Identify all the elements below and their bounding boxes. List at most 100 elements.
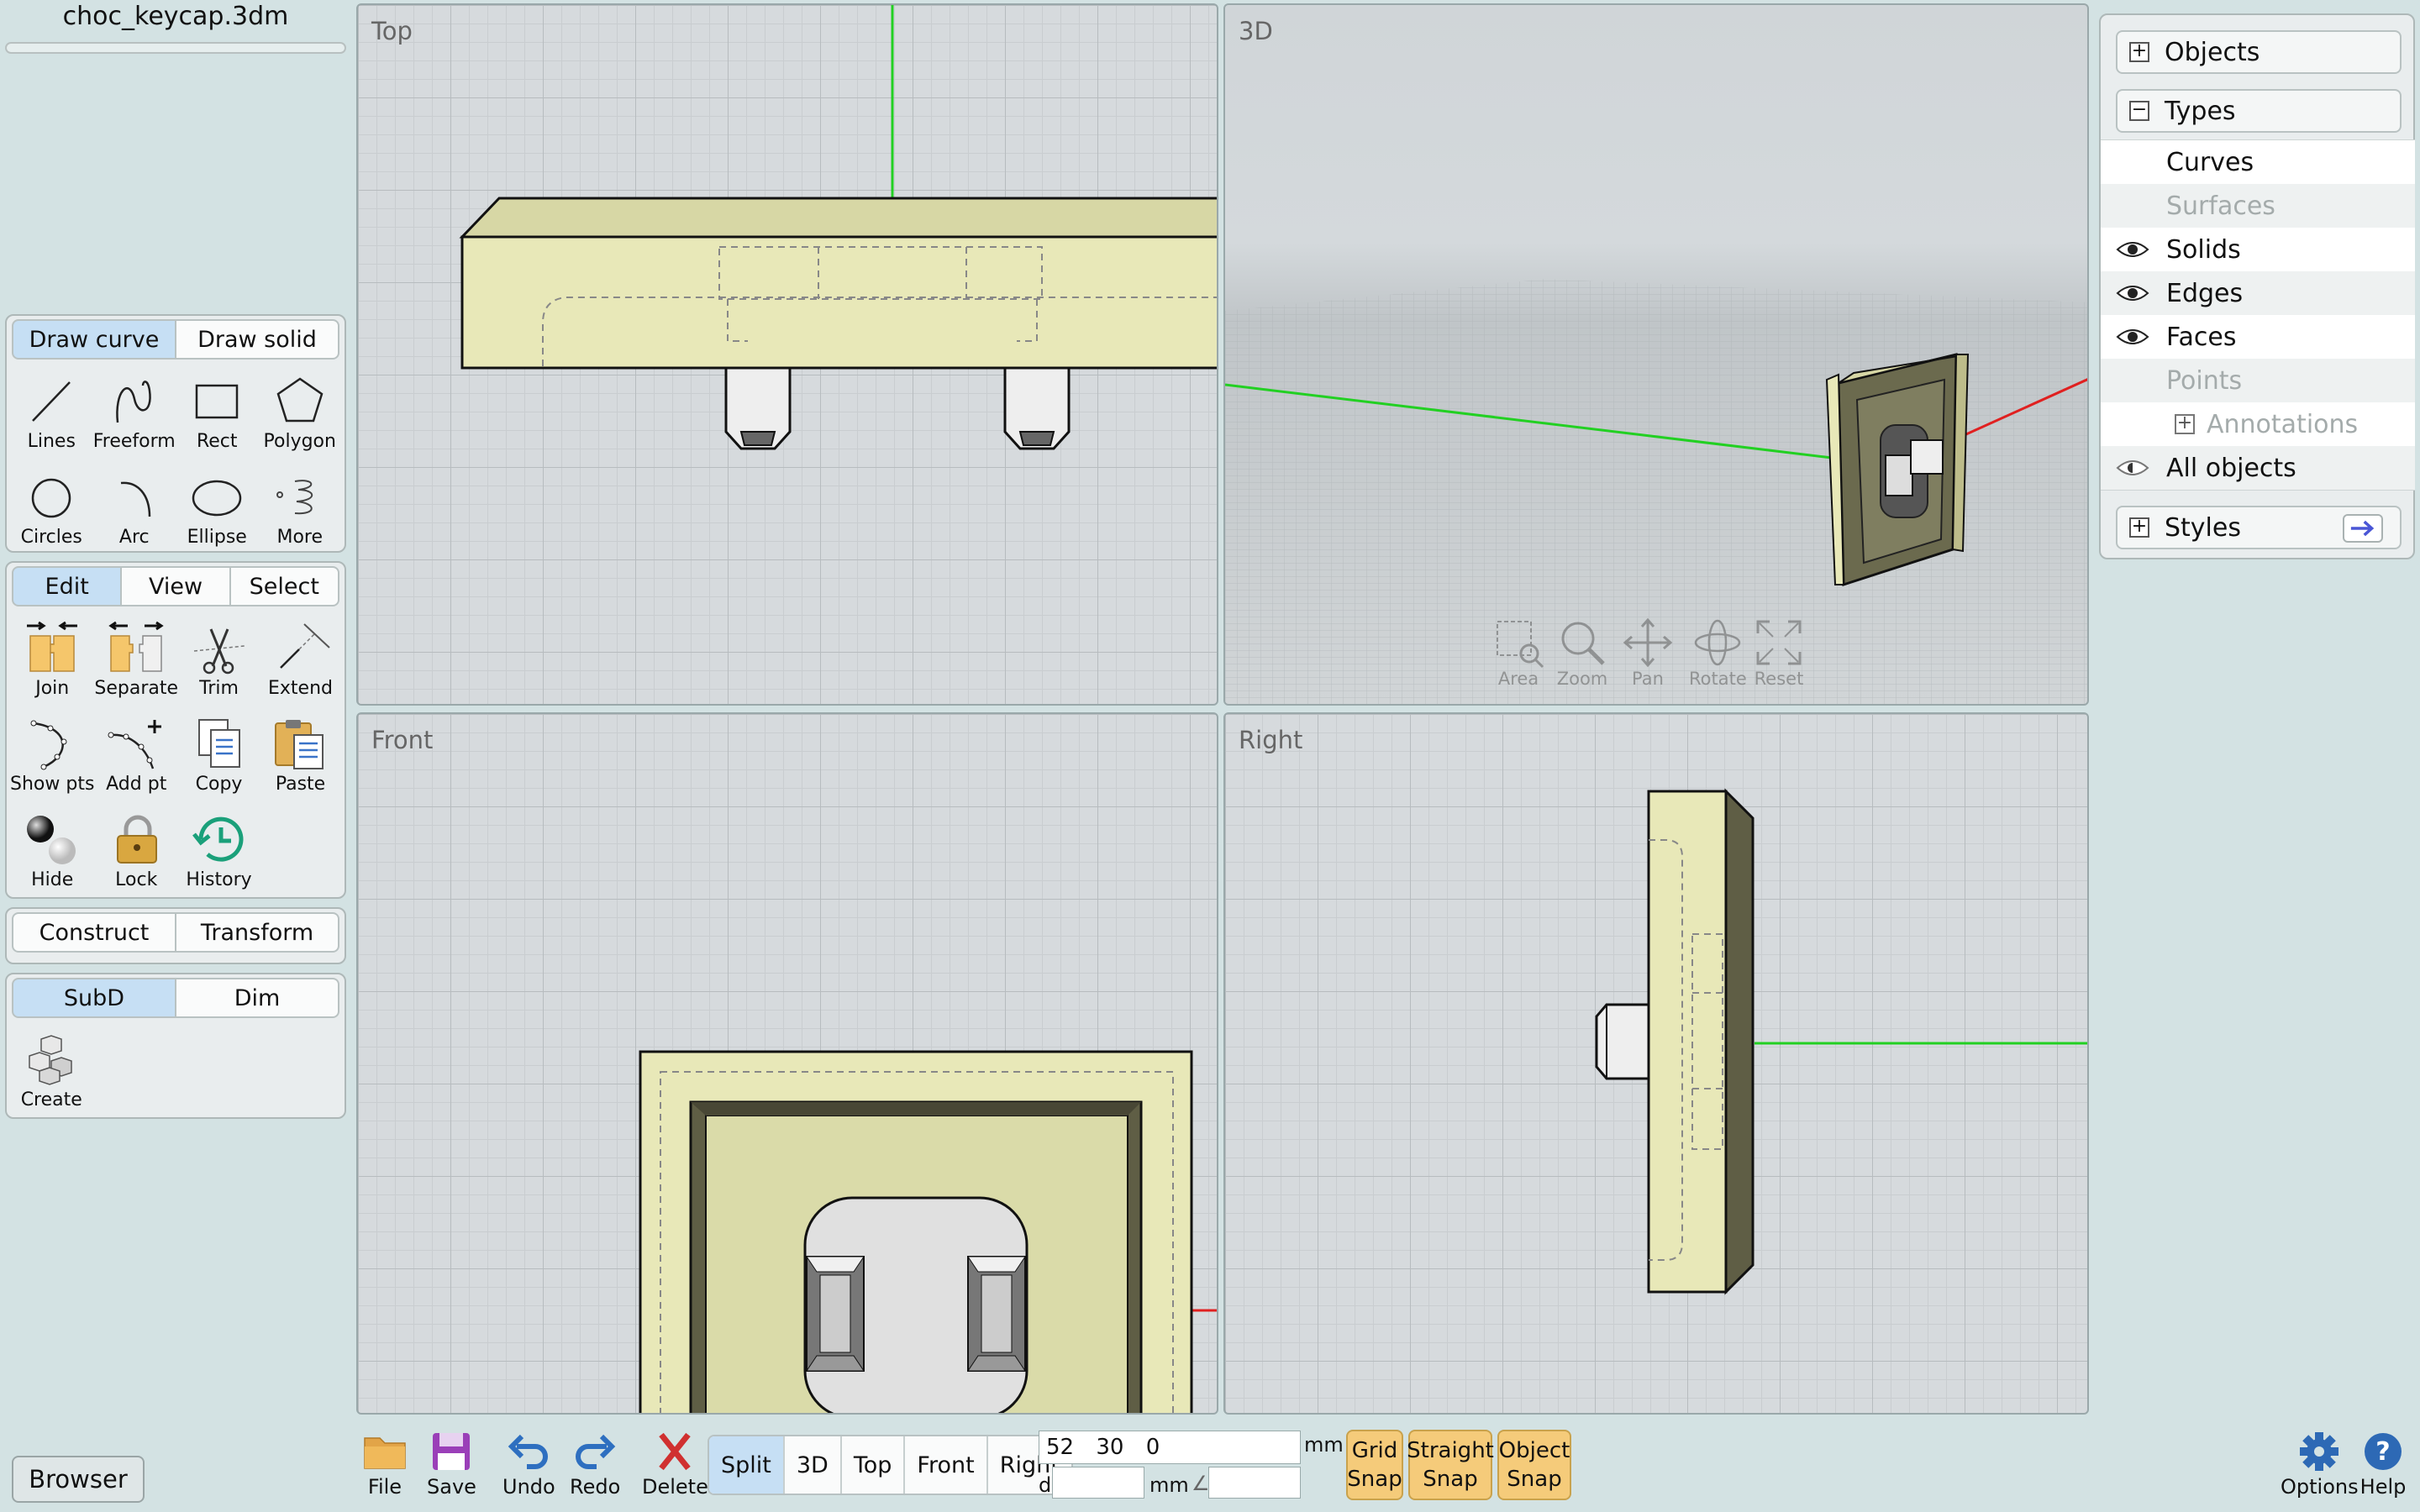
help-button[interactable]: ? Help (2360, 1430, 2407, 1499)
tab-select[interactable]: Select (229, 566, 339, 606)
options-button[interactable]: Options (2281, 1430, 2359, 1499)
front-viewport[interactable]: Front (356, 712, 1218, 1415)
lines-tool[interactable]: Lines (10, 365, 93, 460)
rotate-icon (1695, 619, 1741, 666)
view-3d-button[interactable]: 3D (782, 1436, 840, 1494)
type-curves[interactable]: Curves (2101, 140, 2415, 184)
hide-spheres-icon (27, 816, 76, 864)
reset-control[interactable]: Reset (1753, 617, 1805, 689)
trim-tool[interactable]: Trim (178, 612, 260, 707)
undo-button[interactable]: Undo (502, 1430, 555, 1499)
eye-icon[interactable] (2116, 239, 2149, 260)
subd-panel: SubD Dim Create (5, 973, 346, 1119)
paste-tool[interactable]: Paste (260, 707, 341, 803)
type-solids[interactable]: Solids (2101, 228, 2415, 271)
right-view-model (1595, 788, 2087, 1295)
viewport-layout-selector: Split 3D Top Front Right (708, 1435, 1073, 1495)
right-viewport[interactable]: Right (1223, 712, 2089, 1415)
coordinate-input[interactable]: 52 30 0 (1039, 1431, 1301, 1464)
tab-edit[interactable]: Edit (12, 566, 123, 606)
top-viewport[interactable]: Top (356, 3, 1218, 706)
tab-draw-curve[interactable]: Draw curve (12, 319, 176, 360)
objects-accordion[interactable]: + Objects (2116, 30, 2402, 74)
tab-construct[interactable]: Construct (12, 912, 176, 953)
add-point-tool[interactable]: Add pt (94, 707, 178, 803)
show-points-tool[interactable]: Show pts (10, 707, 94, 803)
rect-tool[interactable]: Rect (176, 365, 259, 460)
viewport-label-right: Right (1239, 726, 1303, 754)
draw-panel: Draw curve Draw solid Lines Freeform Rec… (5, 314, 346, 553)
folder-icon (364, 1437, 406, 1469)
view-split-button[interactable]: Split (709, 1436, 783, 1494)
zoom-control[interactable]: Zoom (1556, 617, 1608, 689)
angle-symbol: ∠ (1192, 1472, 1210, 1495)
polygon-tool[interactable]: Polygon (259, 365, 342, 460)
area-zoom-control[interactable]: Area (1492, 617, 1544, 689)
freeform-tool[interactable]: Freeform (93, 365, 176, 460)
view-top-button[interactable]: Top (839, 1436, 904, 1494)
gear-icon (2300, 1432, 2339, 1471)
tab-dim[interactable]: Dim (175, 978, 339, 1018)
padlock-icon (117, 815, 158, 864)
perspective-scene (1225, 279, 2087, 704)
tab-transform[interactable]: Transform (175, 912, 339, 953)
separate-icon (108, 621, 164, 672)
file-button[interactable]: File (361, 1430, 408, 1499)
grid-snap-toggle[interactable]: Grid Snap (1346, 1430, 1403, 1500)
styles-accordion[interactable]: + Styles (2116, 506, 2402, 549)
half-eye-icon[interactable] (2116, 458, 2149, 478)
type-all-objects[interactable]: All objects (2101, 446, 2415, 490)
separate-tool[interactable]: Separate (94, 612, 178, 707)
copy-tool[interactable]: Copy (178, 707, 260, 803)
svg-text:?: ? (2375, 1437, 2390, 1467)
delete-button[interactable]: Delete (642, 1430, 708, 1499)
arc-tool[interactable]: Arc (93, 460, 176, 556)
create-subd-tool[interactable]: Create (10, 1023, 93, 1119)
styles-arrow-button[interactable] (2343, 514, 2383, 543)
expand-icon: + (2129, 517, 2149, 538)
ellipse-tool[interactable]: Ellipse (176, 460, 259, 556)
redo-arrow-icon (576, 1434, 616, 1469)
area-select-icon (1497, 621, 1544, 669)
tab-draw-solid[interactable]: Draw solid (175, 319, 339, 360)
copy-icon (197, 719, 240, 768)
rotate-control[interactable]: Rotate (1689, 617, 1747, 689)
straight-snap-toggle[interactable]: Straight Snap (1407, 1430, 1494, 1500)
file-title: choc_keycap.3dm (62, 2, 289, 31)
pan-control[interactable]: Pan (1622, 617, 1674, 689)
pan-arrows-icon (1623, 617, 1673, 668)
distance-unit: mm (1150, 1473, 1189, 1497)
lock-tool[interactable]: Lock (94, 803, 178, 899)
expand-icon[interactable]: + (2175, 414, 2195, 434)
angle-input[interactable] (1208, 1467, 1301, 1499)
type-points[interactable]: Points (2101, 359, 2415, 402)
type-annotations[interactable]: + Annotations (2101, 402, 2415, 446)
circles-tool[interactable]: Circles (10, 460, 93, 556)
type-surfaces[interactable]: Surfaces (2101, 184, 2415, 228)
floppy-disk-icon (433, 1433, 471, 1470)
freeform-icon (115, 381, 151, 423)
history-tool[interactable]: History (178, 803, 260, 899)
front-view-model (639, 1050, 1217, 1413)
view-front-button[interactable]: Front (903, 1436, 986, 1494)
types-accordion[interactable]: − Types (2116, 89, 2402, 133)
extend-tool[interactable]: Extend (260, 612, 341, 707)
type-edges[interactable]: Edges (2101, 271, 2415, 315)
eye-icon[interactable] (2116, 283, 2149, 303)
redo-button[interactable]: Redo (570, 1430, 620, 1499)
hide-tool[interactable]: Hide (10, 803, 94, 899)
browser-button[interactable]: Browser (12, 1456, 145, 1503)
type-faces[interactable]: Faces (2101, 315, 2415, 359)
eye-icon[interactable] (2116, 327, 2149, 347)
tab-subd[interactable]: SubD (12, 978, 176, 1018)
distance-input[interactable] (1052, 1467, 1144, 1499)
more-tool[interactable]: More (259, 460, 342, 556)
3d-viewport[interactable]: 3D Area Zoom Pan Rotate Reset (1223, 3, 2089, 706)
extend-icon (279, 623, 330, 669)
object-snap-toggle[interactable]: Object Snap (1497, 1430, 1571, 1500)
join-tool[interactable]: Join (10, 612, 94, 707)
tab-view[interactable]: View (120, 566, 231, 606)
save-button[interactable]: Save (427, 1430, 476, 1499)
viewport-label-3d: 3D (1239, 17, 1273, 45)
control-points-icon (30, 720, 67, 770)
